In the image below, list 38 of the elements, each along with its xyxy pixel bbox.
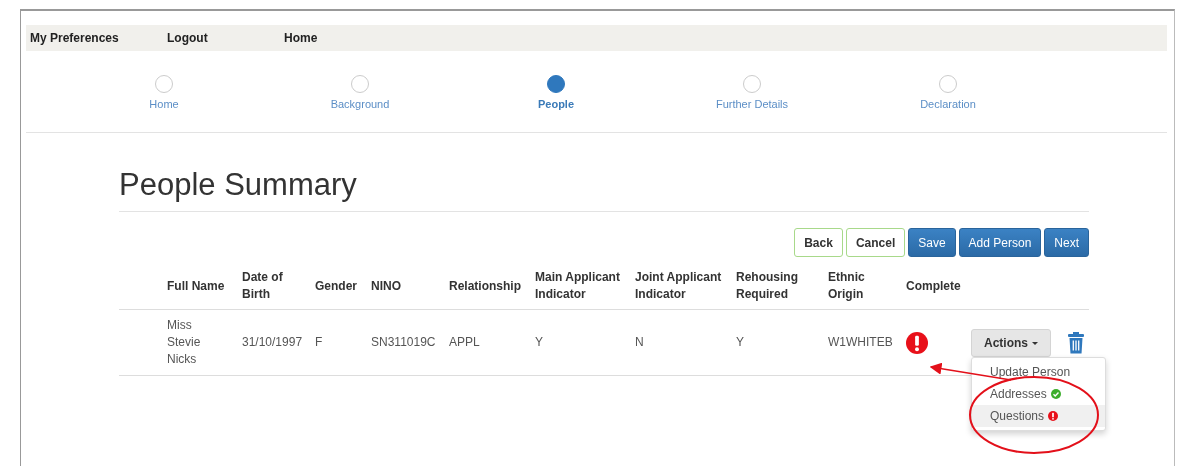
menu-item[interactable]: Addresses: [972, 383, 1105, 405]
column-header: Relationship: [449, 277, 521, 295]
table-cell: Y: [535, 334, 543, 351]
step-link[interactable]: Declaration: [920, 98, 976, 110]
trash-icon[interactable]: [1065, 331, 1087, 354]
column-header: Ethnic Origin: [828, 269, 866, 303]
column-header: Complete: [906, 277, 959, 295]
step-link[interactable]: Background: [330, 98, 390, 110]
page-title: People Summary: [119, 167, 1089, 212]
actions-dropdown-button[interactable]: Actions: [971, 328, 1051, 357]
table-cell-text: Miss Stevie Nicks: [167, 317, 202, 368]
table-cell: 31/10/1997: [242, 334, 303, 351]
action-button[interactable]: Cancel: [845, 228, 906, 257]
step-link[interactable]: Home: [149, 98, 179, 110]
table-cell: N: [635, 334, 644, 351]
table-cell: W1WHITEB: [828, 334, 893, 351]
nav-link[interactable]: Logout: [167, 31, 284, 45]
nav-link[interactable]: Home: [284, 31, 318, 45]
table-cell: SN311019C: [371, 334, 436, 351]
column-header: Joint Applicant Indicator: [635, 269, 723, 303]
action-button[interactable]: Add Person: [958, 228, 1042, 257]
action-button[interactable]: Next: [1044, 228, 1089, 257]
column-header: Rehousing Required: [736, 269, 799, 303]
table-cell: Y: [736, 334, 744, 351]
column-header: Main Applicant Indicator: [535, 269, 621, 303]
table-cell: F: [315, 334, 323, 351]
nav-link[interactable]: My Preferences: [30, 31, 167, 45]
action-button[interactable]: Save: [908, 228, 956, 257]
menu-item[interactable]: Update Person: [972, 361, 1105, 383]
column-header: Gender: [315, 277, 357, 295]
action-button[interactable]: Back: [794, 228, 843, 257]
step-link[interactable]: Further Details: [715, 98, 789, 110]
column-header: NINO: [371, 277, 401, 295]
menu-item[interactable]: Questions: [972, 405, 1105, 427]
column-header: Full Name: [167, 277, 225, 295]
column-header: Date of Birth: [242, 269, 284, 303]
table-cell: APPL: [449, 334, 480, 351]
step-link[interactable]: People: [537, 98, 575, 110]
